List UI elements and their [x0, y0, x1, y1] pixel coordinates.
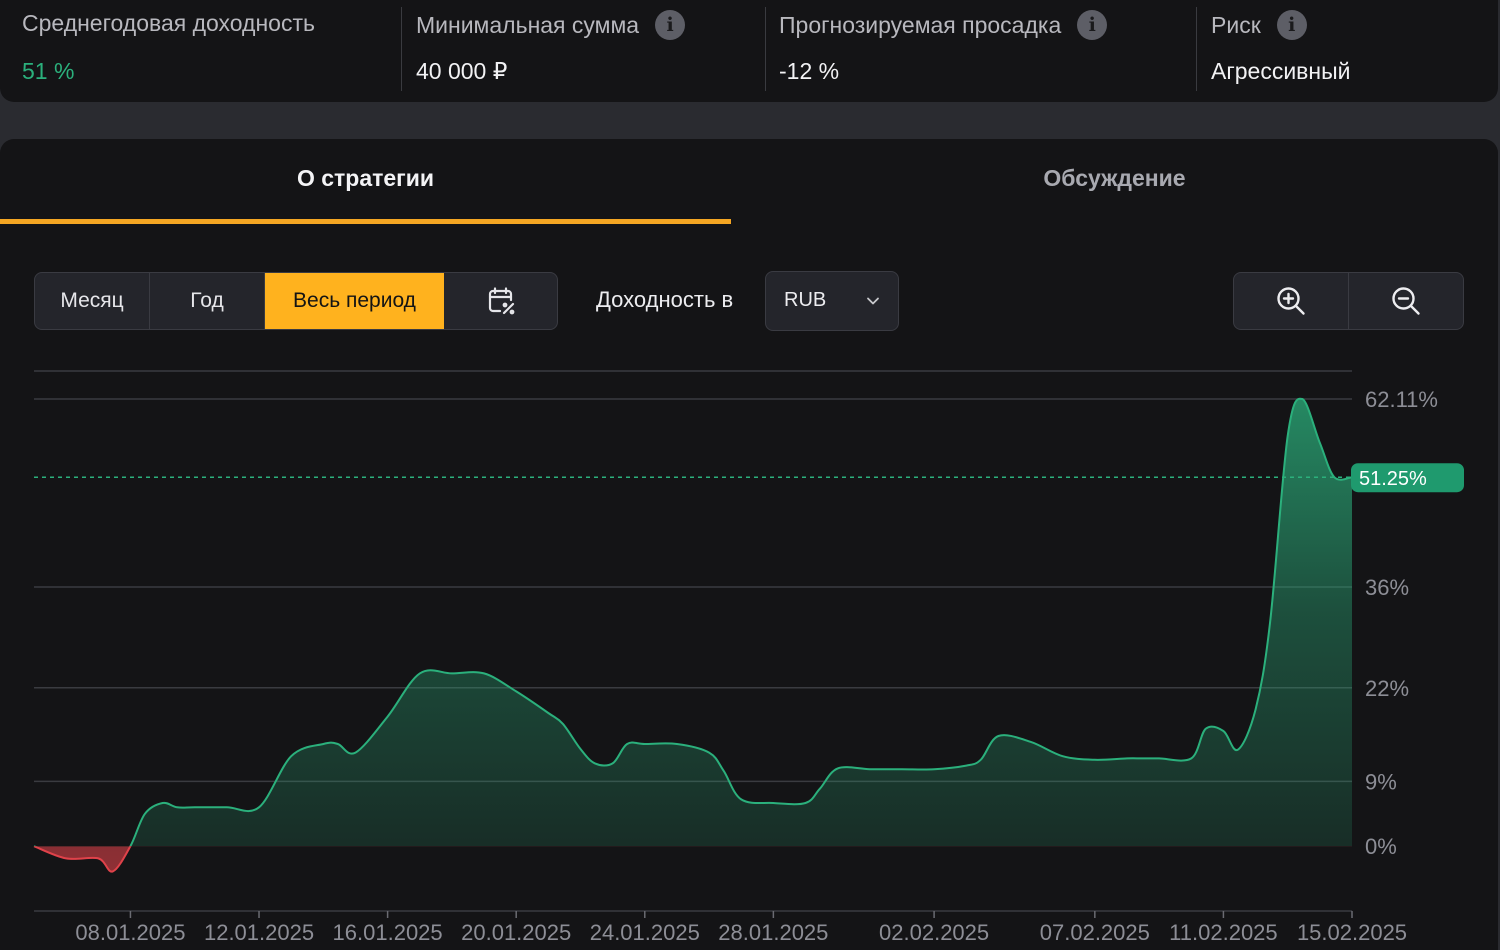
y-tick-label: 62.11%: [1365, 387, 1438, 412]
y-tick-label: 9%: [1365, 769, 1397, 794]
yield-chart: 62.11% 36% 22% 9% 0% 51.25% 08.01.2025 12.01.20…: [33, 370, 1464, 945]
y-tick-label: 22%: [1365, 676, 1409, 701]
current-value-label: 51.25%: [1359, 468, 1427, 490]
x-tick-label: 16.01.2025: [333, 920, 443, 945]
x-tick-label: 15.02.2025: [1297, 920, 1407, 945]
x-tick-label: 02.02.2025: [879, 920, 989, 945]
positive-area: [34, 398, 1352, 847]
x-tick-label: 28.01.2025: [718, 920, 828, 945]
y-tick-label: 0%: [1365, 834, 1397, 859]
x-tick-label: 24.01.2025: [590, 920, 700, 945]
x-tick-label: 07.02.2025: [1040, 920, 1150, 945]
x-tick-label: 12.01.2025: [204, 920, 314, 945]
x-tick-label: 11.02.2025: [1169, 920, 1277, 945]
x-tick-label: 20.01.2025: [461, 920, 571, 945]
x-tick-label: 08.01.2025: [75, 920, 185, 945]
y-tick-label: 36%: [1365, 575, 1409, 600]
